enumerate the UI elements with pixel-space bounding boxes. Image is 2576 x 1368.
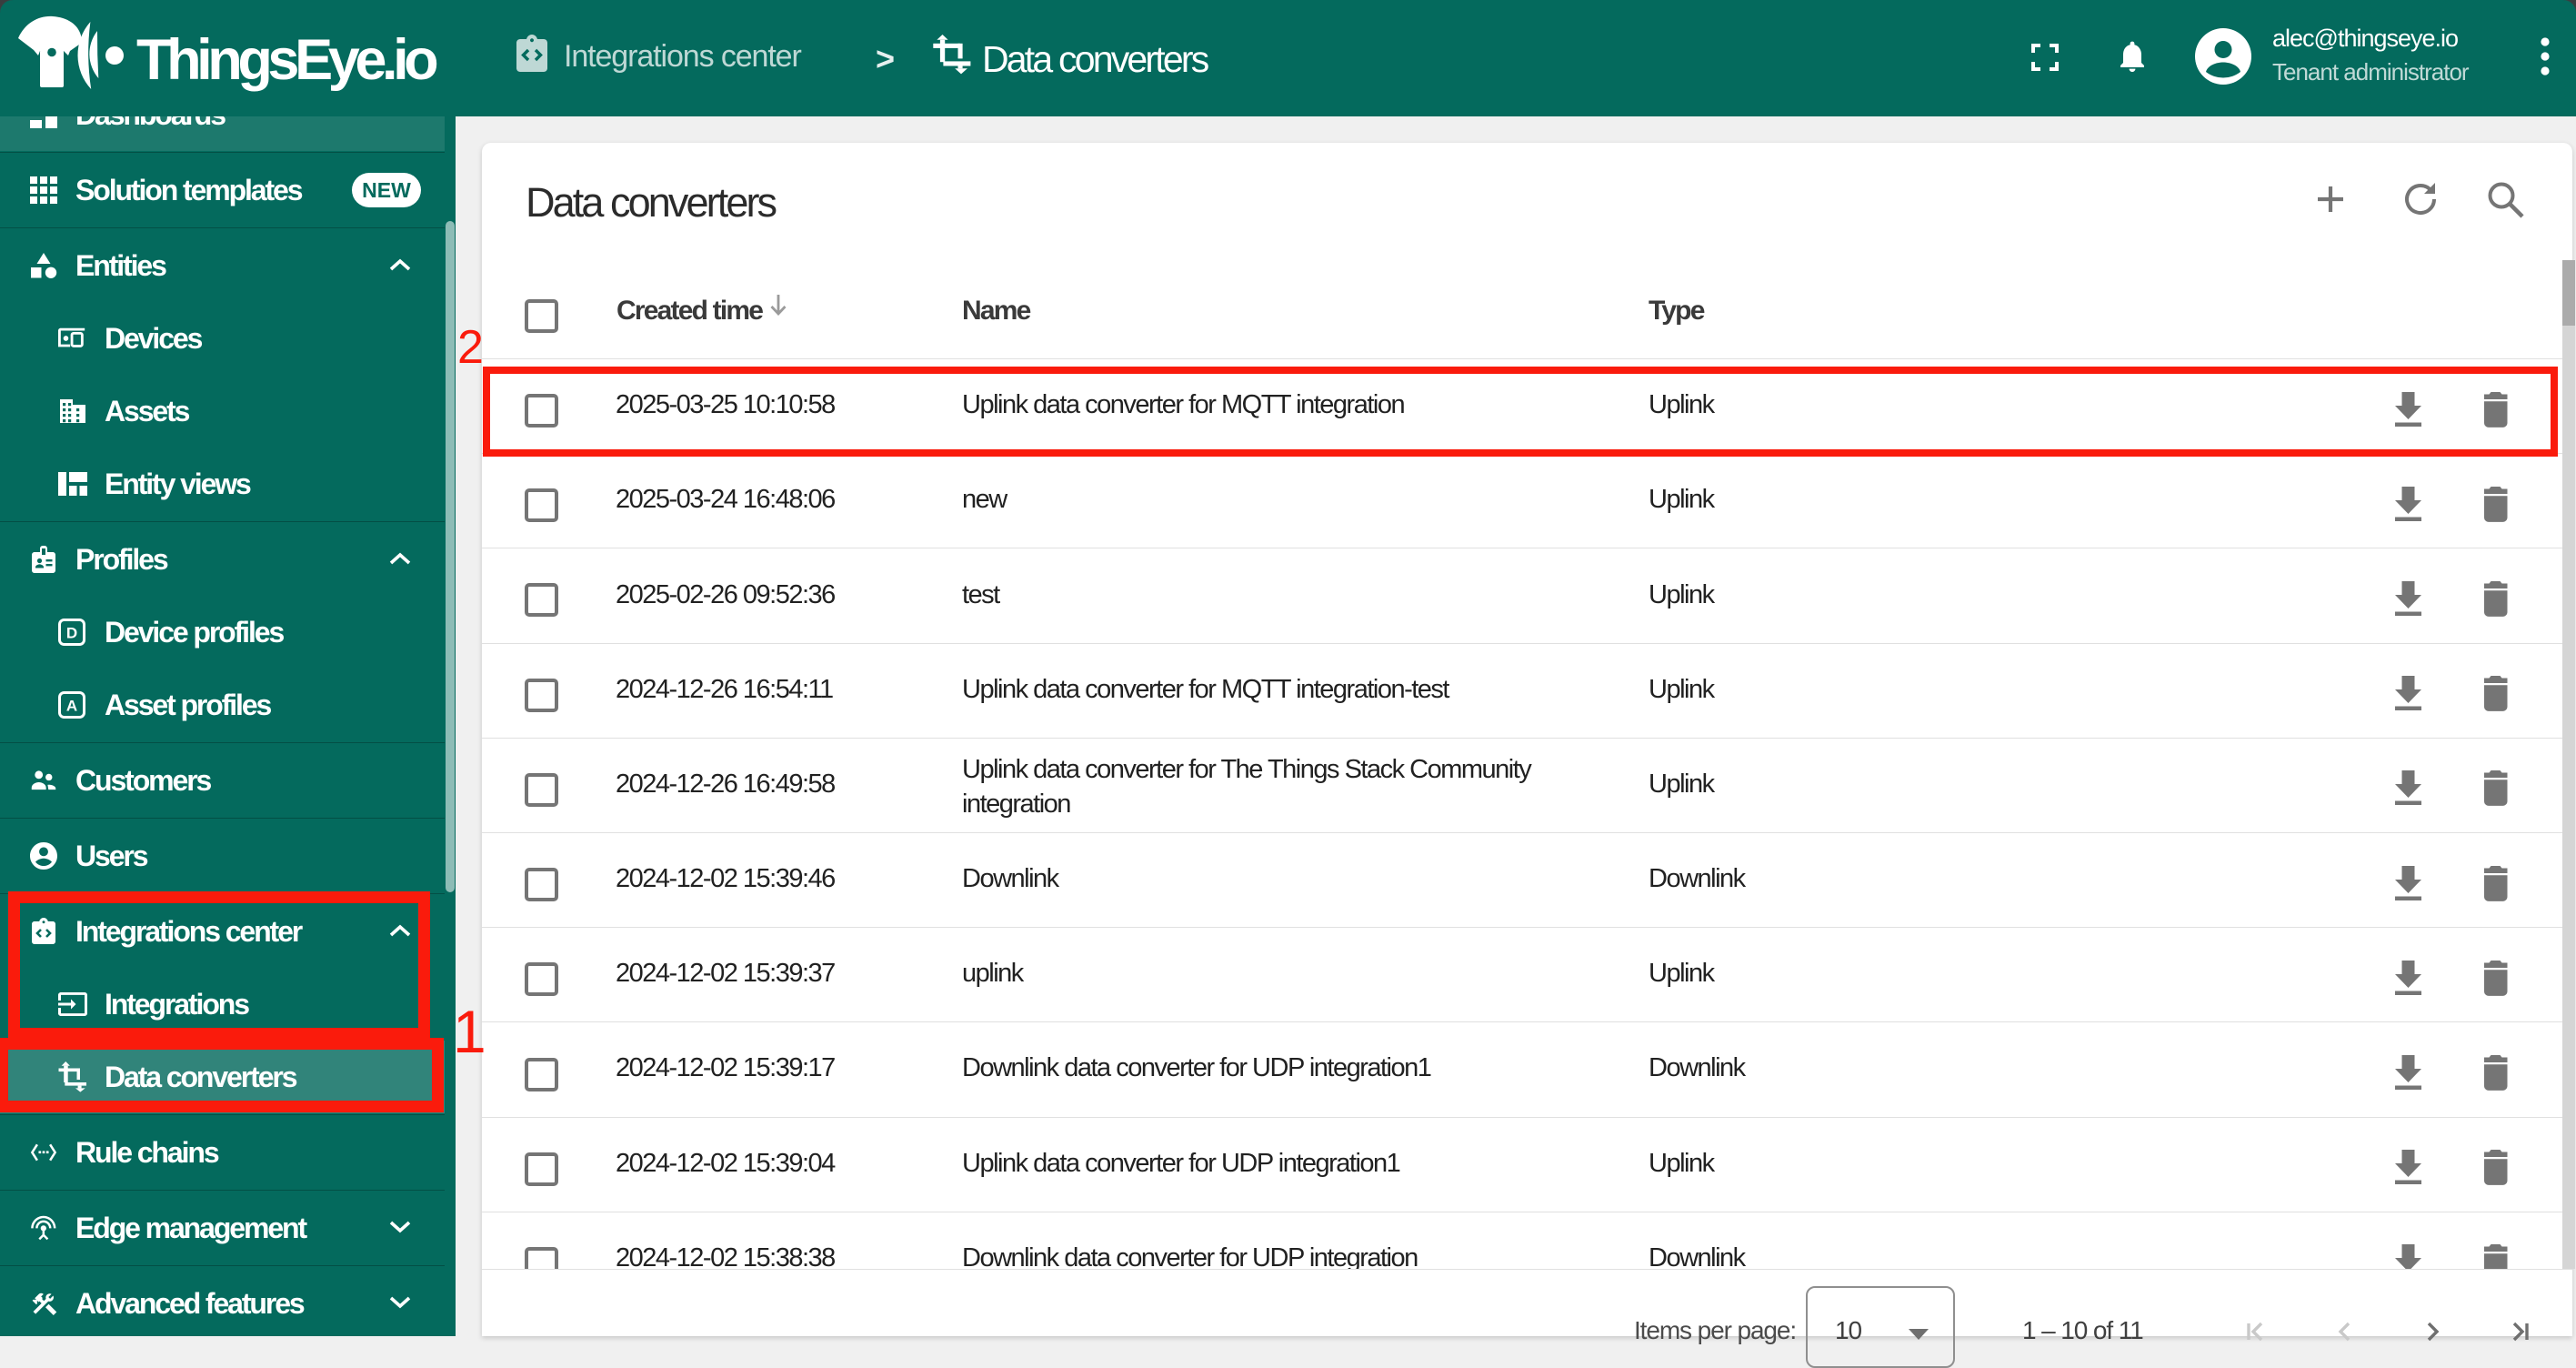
svg-text:A: A xyxy=(66,698,77,715)
svg-text:D: D xyxy=(66,625,77,642)
